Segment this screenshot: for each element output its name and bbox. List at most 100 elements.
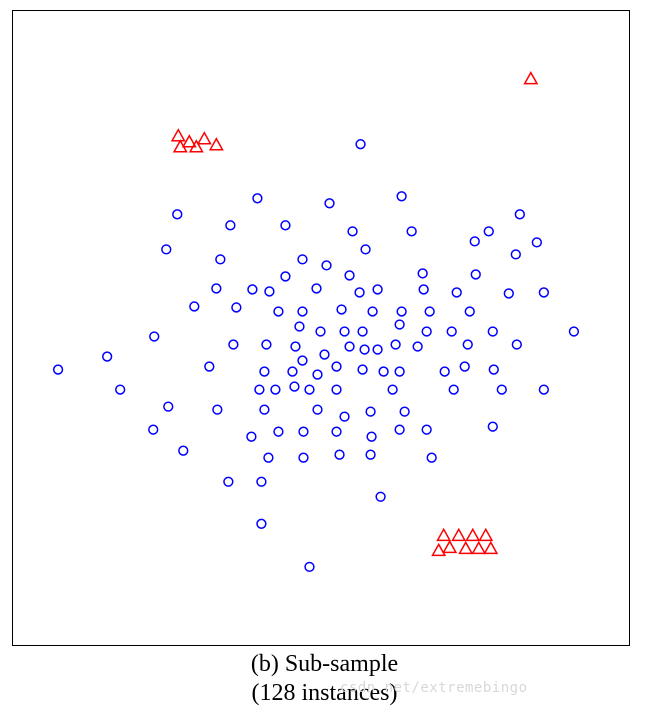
- data-point-circle: [460, 362, 469, 371]
- data-point-triangle: [433, 544, 445, 555]
- data-point-circle: [337, 305, 346, 314]
- data-point-circle: [332, 385, 341, 394]
- data-point-circle: [299, 453, 308, 462]
- data-point-circle: [356, 140, 365, 149]
- scatter-plot: [12, 10, 630, 646]
- data-point-circle: [325, 199, 334, 208]
- data-point-circle: [316, 327, 325, 336]
- data-point-triangle: [525, 73, 537, 84]
- data-point-circle: [463, 340, 472, 349]
- data-point-circle: [379, 367, 388, 376]
- data-point-circle: [162, 245, 171, 254]
- data-point-circle: [348, 227, 357, 236]
- data-point-circle: [427, 453, 436, 462]
- data-point-circle: [368, 307, 377, 316]
- data-point-circle: [257, 477, 266, 486]
- data-point-triangle: [444, 541, 456, 552]
- data-point-circle: [497, 385, 506, 394]
- data-point-circle: [288, 367, 297, 376]
- data-point-circle: [229, 340, 238, 349]
- data-point-circle: [116, 385, 125, 394]
- data-point-circle: [164, 402, 173, 411]
- data-point-circle: [373, 345, 382, 354]
- data-point-circle: [366, 407, 375, 416]
- data-point-circle: [281, 221, 290, 230]
- data-point-circle: [291, 342, 300, 351]
- data-point-circle: [447, 327, 456, 336]
- data-point-circle: [320, 350, 329, 359]
- data-point-circle: [388, 385, 397, 394]
- data-point-circle: [332, 362, 341, 371]
- watermark-text: csdn.net/extremebingo: [340, 680, 528, 696]
- data-point-circle: [419, 285, 428, 294]
- data-point-circle: [488, 422, 497, 431]
- data-point-circle: [489, 365, 498, 374]
- data-point-circle: [391, 340, 400, 349]
- data-point-circle: [400, 407, 409, 416]
- data-point-circle: [418, 269, 427, 278]
- data-point-circle: [313, 405, 322, 414]
- data-point-circle: [260, 367, 269, 376]
- data-point-circle: [257, 519, 266, 528]
- data-point-circle: [248, 285, 257, 294]
- data-point-circle: [262, 340, 271, 349]
- data-point-circle: [511, 250, 520, 259]
- data-point-circle: [298, 255, 307, 264]
- data-point-circle: [422, 425, 431, 434]
- data-point-circle: [397, 192, 406, 201]
- data-point-circle: [335, 450, 344, 459]
- data-point-circle: [425, 307, 434, 316]
- data-point-circle: [103, 352, 112, 361]
- data-point-circle: [149, 425, 158, 434]
- data-point-circle: [539, 288, 548, 297]
- data-point-circle: [313, 370, 322, 379]
- data-point-circle: [515, 210, 524, 219]
- data-point-circle: [397, 307, 406, 316]
- data-point-circle: [271, 385, 280, 394]
- data-point-circle: [484, 227, 493, 236]
- data-point-circle: [312, 284, 321, 293]
- data-point-circle: [260, 405, 269, 414]
- data-point-triangle: [172, 130, 184, 141]
- data-point-circle: [449, 385, 458, 394]
- data-point-circle: [452, 288, 461, 297]
- data-point-circle: [281, 272, 290, 281]
- data-point-circle: [422, 327, 431, 336]
- data-point-triangle: [480, 529, 492, 540]
- data-point-circle: [213, 405, 222, 414]
- data-point-circle: [395, 425, 404, 434]
- data-point-triangle: [460, 542, 472, 553]
- data-point-circle: [395, 320, 404, 329]
- data-point-circle: [247, 432, 256, 441]
- data-point-circle: [539, 385, 548, 394]
- data-point-circle: [253, 194, 262, 203]
- data-point-circle: [345, 271, 354, 280]
- data-point-circle: [205, 362, 214, 371]
- clipped-header: [0, 0, 649, 6]
- data-point-circle: [224, 477, 233, 486]
- data-point-triangle: [198, 133, 210, 144]
- data-point-circle: [413, 342, 422, 351]
- data-point-circle: [569, 327, 578, 336]
- data-point-circle: [332, 427, 341, 436]
- data-point-circle: [322, 261, 331, 270]
- data-point-circle: [360, 345, 369, 354]
- data-point-circle: [299, 427, 308, 436]
- data-point-circle: [361, 245, 370, 254]
- data-point-circle: [340, 412, 349, 421]
- data-point-circle: [305, 562, 314, 571]
- data-point-triangle: [210, 139, 222, 150]
- data-point-circle: [355, 288, 364, 297]
- data-point-circle: [226, 221, 235, 230]
- data-point-triangle: [473, 542, 485, 553]
- data-point-circle: [358, 365, 367, 374]
- data-point-circle: [255, 385, 264, 394]
- data-point-circle: [295, 322, 304, 331]
- caption-line-1: (b) Sub-sample: [251, 651, 398, 677]
- data-point-circle: [440, 367, 449, 376]
- data-point-circle: [190, 302, 199, 311]
- data-point-circle: [173, 210, 182, 219]
- data-point-triangle: [467, 529, 479, 540]
- data-point-circle: [358, 327, 367, 336]
- data-point-circle: [345, 342, 354, 351]
